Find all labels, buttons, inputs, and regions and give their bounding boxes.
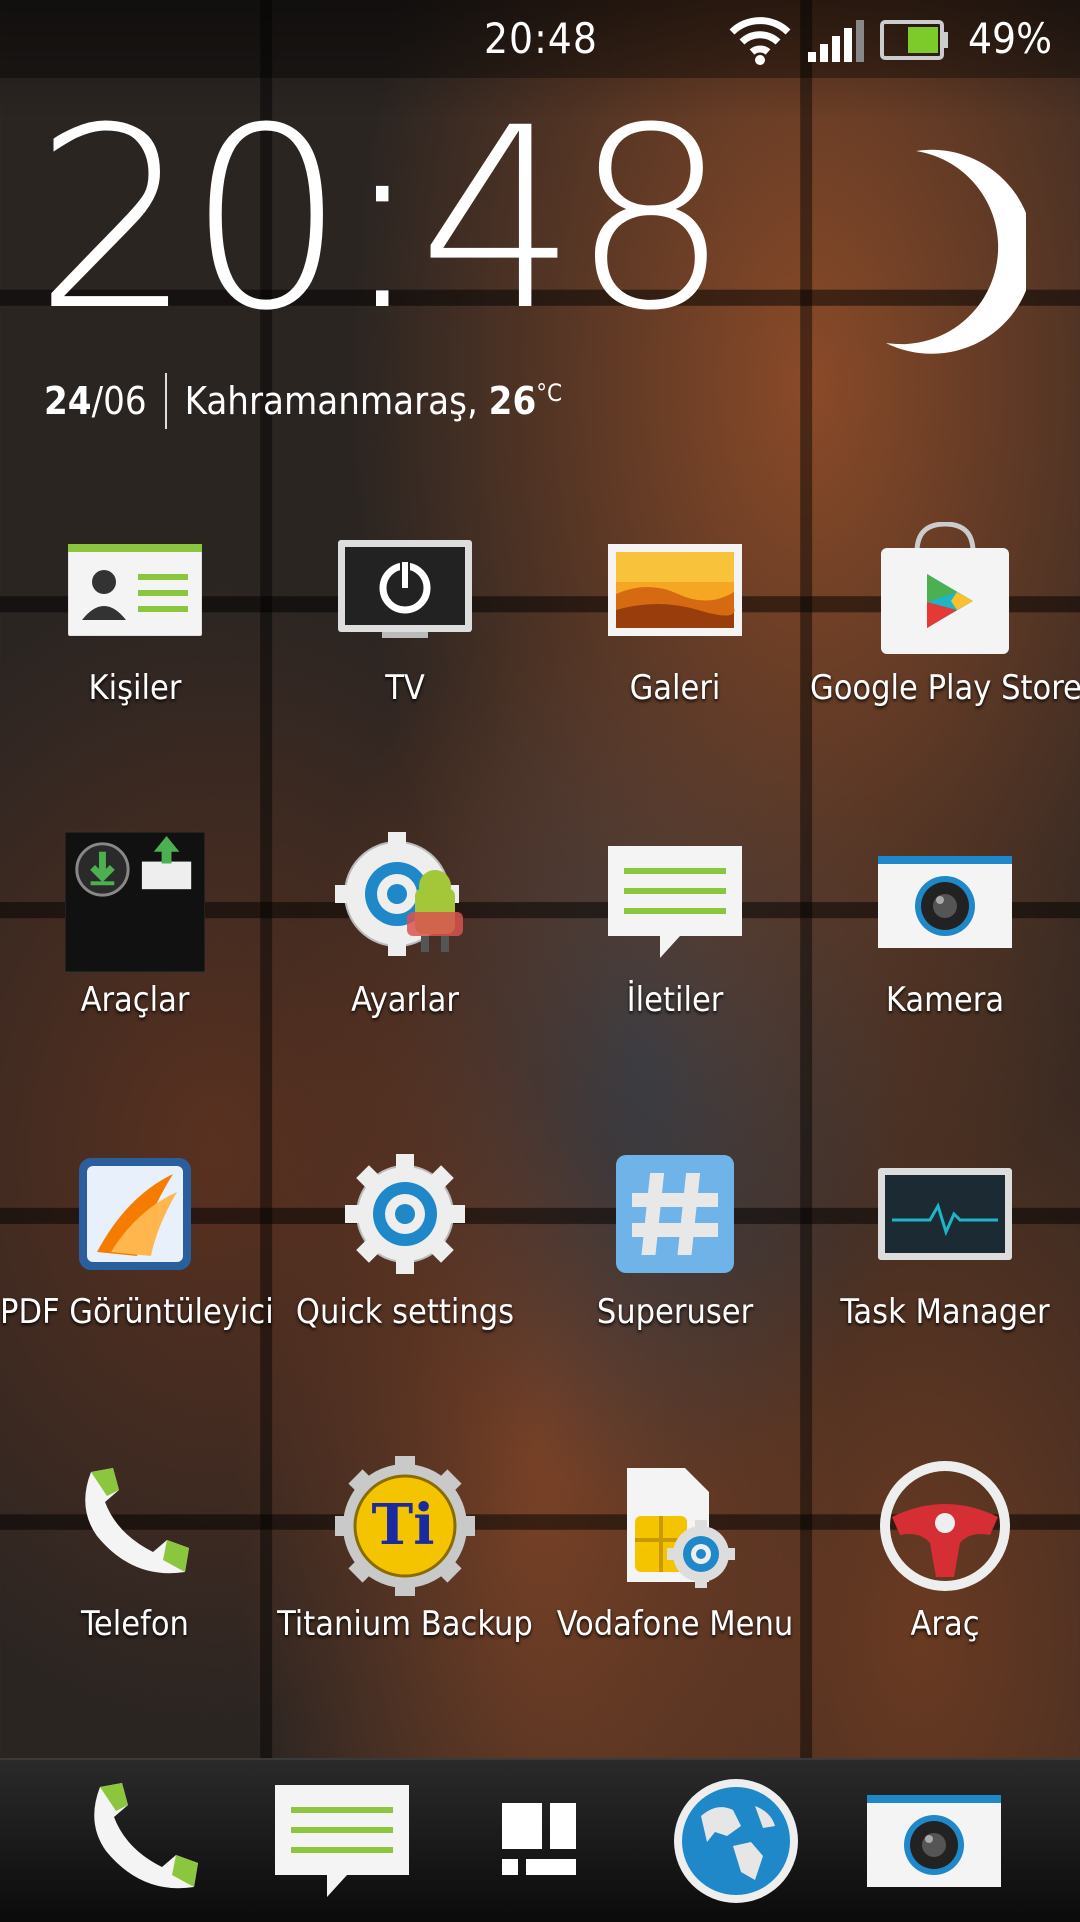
contacts-icon [65, 520, 205, 660]
phone-icon [82, 1779, 206, 1907]
app-titanium-backup[interactable]: Ti Titanium Backup [270, 1456, 540, 1696]
app-label: Araçlar [80, 980, 190, 1020]
phone-icon [65, 1456, 205, 1596]
battery-percent: 49% [968, 14, 1052, 63]
app-label: Task Manager [840, 1292, 1050, 1332]
app-contacts[interactable]: Kişiler [0, 520, 270, 760]
play-store-icon [875, 520, 1015, 660]
moon-icon [876, 147, 1034, 361]
settings-icon [335, 832, 475, 972]
temperature-unit: °C [536, 379, 563, 407]
app-label: Superuser [596, 1292, 754, 1332]
app-gallery[interactable]: Galeri [540, 520, 810, 760]
widget-clock-time: 20:48 [34, 74, 730, 365]
dock-all-apps-button[interactable] [470, 1778, 610, 1908]
app-label: Kişiler [88, 668, 182, 708]
dock-bar [0, 1758, 1080, 1922]
city-name: Kahramanmaraş, [184, 379, 478, 423]
dock-messages-button[interactable] [272, 1778, 412, 1908]
svg-text:Ti: Ti [372, 1492, 435, 1558]
status-bar[interactable]: 20:48 49% [0, 0, 1080, 78]
dock-browser-button[interactable] [666, 1778, 806, 1908]
titanium-backup-icon: Ti [335, 1456, 475, 1596]
app-tv[interactable]: TV [270, 520, 540, 760]
app-label: Titanium Backup [277, 1604, 533, 1644]
app-task-manager[interactable]: Task Manager [810, 1144, 1080, 1384]
temperature: 26 [488, 379, 537, 423]
quick-settings-icon [335, 1144, 475, 1284]
tv-icon [335, 520, 475, 660]
gallery-icon [605, 520, 745, 660]
signal-icon [808, 18, 864, 66]
app-label: Telefon [81, 1604, 189, 1644]
date-location-line: 24/06 Kahramanmaraş, 26 °C [44, 373, 562, 429]
app-label: PDF Görüntüleyici [0, 1292, 274, 1332]
dock-phone-button[interactable] [74, 1778, 214, 1908]
date-month: /06 [91, 379, 147, 423]
date-divider [164, 373, 167, 429]
app-quick-settings[interactable]: Quick settings [270, 1144, 540, 1384]
browser-globe-icon [671, 1776, 801, 1910]
app-label: Vodafone Menu [556, 1604, 794, 1644]
app-label: İletiler [626, 980, 724, 1020]
app-label: Kamera [885, 980, 1005, 1020]
tools-folder-icon [65, 831, 205, 973]
camera-icon [875, 832, 1015, 972]
dock-camera-button[interactable] [864, 1778, 1004, 1908]
pdf-viewer-icon [65, 1144, 205, 1284]
app-vodafone-menu[interactable]: Vodafone Menu [540, 1456, 810, 1696]
app-car[interactable]: Araç [810, 1456, 1080, 1696]
app-messages[interactable]: İletiler [540, 832, 810, 1072]
app-label: Google Play Store [810, 668, 1080, 708]
wifi-icon [728, 14, 792, 70]
app-label: Ayarlar [351, 980, 459, 1020]
camera-icon [867, 1795, 1001, 1891]
app-superuser[interactable]: Superuser [540, 1144, 810, 1384]
app-label: Galeri [629, 668, 721, 708]
task-manager-icon [875, 1144, 1015, 1284]
app-camera[interactable]: Kamera [810, 832, 1080, 1072]
car-icon [875, 1456, 1015, 1596]
app-pdf-viewer[interactable]: PDF Görüntüleyici [0, 1144, 274, 1384]
all-apps-icon [502, 1803, 578, 1883]
app-label: Quick settings [295, 1292, 515, 1332]
app-label: TV [385, 668, 425, 708]
app-phone[interactable]: Telefon [0, 1456, 270, 1696]
app-label: Araç [910, 1604, 980, 1644]
app-tools-folder[interactable]: Araçlar [0, 831, 270, 1072]
vodafone-menu-icon [605, 1456, 745, 1596]
messages-icon [275, 1785, 409, 1901]
battery-icon [880, 20, 948, 64]
app-settings[interactable]: Ayarlar [270, 832, 540, 1072]
app-play-store[interactable]: Google Play Store [810, 520, 1080, 760]
clock-weather-widget[interactable]: 20:48 24/06 Kahramanmaraş, 26 °C [0, 95, 1080, 445]
date-day: 24 [44, 379, 92, 423]
status-time: 20:48 [484, 14, 598, 63]
messages-icon [605, 832, 745, 972]
superuser-icon [605, 1144, 745, 1284]
